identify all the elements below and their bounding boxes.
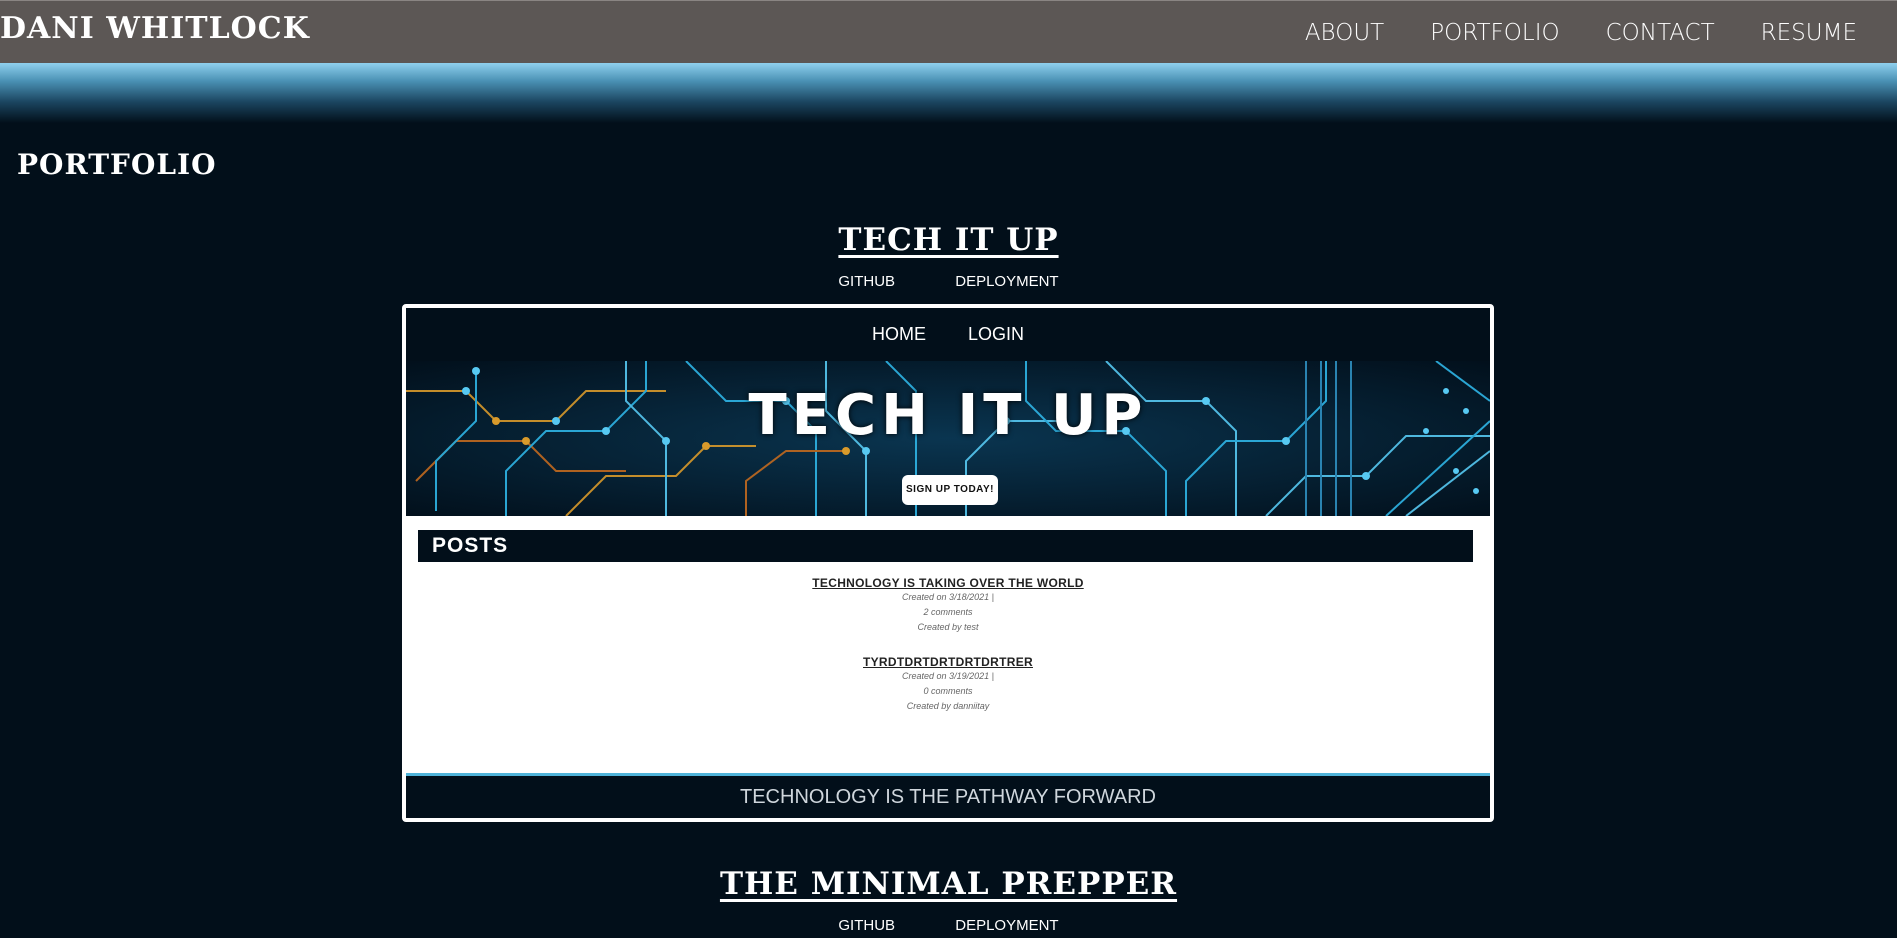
nav-link-resume[interactable]: RESUME bbox=[1761, 20, 1857, 46]
post-created: Created on 3/18/2021 | bbox=[902, 592, 994, 602]
nav-link-contact[interactable]: CONTACT bbox=[1606, 20, 1715, 46]
signup-button: SIGN UP TODAY! bbox=[902, 475, 998, 505]
posts-heading: POSTS bbox=[432, 534, 509, 557]
post-created: Created on 3/19/2021 | bbox=[902, 671, 994, 681]
navbar: DANI WHITLOCK ABOUT PORTFOLIO CONTACT RE… bbox=[0, 0, 1897, 63]
screenshot-footer: TECHNOLOGY IS THE PATHWAY FORWARD bbox=[406, 776, 1490, 818]
circuit-banner: TECH IT UP SIGN UP TODAY! bbox=[406, 361, 1490, 516]
post-comments: 2 comments bbox=[923, 607, 973, 617]
post-item: TECHNOLOGY IS TAKING OVER THE WORLD Crea… bbox=[406, 576, 1490, 635]
project-screenshot-tech-it-up[interactable]: HOME LOGIN TECH IT UP SIGN UP TODAY! POS… bbox=[402, 304, 1494, 822]
project-links-minimal-prepper: GITHUB DEPLOYMENT bbox=[0, 917, 1897, 934]
post-author: Created by danniitay bbox=[906, 701, 990, 711]
project-links-tech-it-up: GITHUB DEPLOYMENT bbox=[0, 273, 1897, 290]
github-link[interactable]: GITHUB bbox=[838, 273, 895, 290]
posts-heading-bar: POSTS bbox=[418, 530, 1473, 562]
main-nav: ABOUT PORTFOLIO CONTACT RESUME bbox=[1259, 1, 1857, 64]
project-title-tech-it-up: TECH IT UP bbox=[838, 222, 1059, 258]
post-item: TYRDTDRTDRTDRTDRTRER Created on 3/19/202… bbox=[406, 655, 1490, 714]
screenshot-nav: HOME LOGIN bbox=[406, 308, 1490, 361]
header-glow-band bbox=[0, 63, 1897, 123]
github-link[interactable]: GITHUB bbox=[838, 917, 895, 934]
section-title: PORTFOLIO bbox=[17, 148, 217, 181]
deployment-link[interactable]: DEPLOYMENT bbox=[955, 273, 1058, 290]
post-title: TYRDTDRTDRTDRTDRTRER bbox=[863, 655, 1033, 669]
site-brand[interactable]: DANI WHITLOCK bbox=[0, 11, 310, 46]
nav-link-about[interactable]: ABOUT bbox=[1305, 20, 1384, 46]
footer-tagline: TECHNOLOGY IS THE PATHWAY FORWARD bbox=[740, 786, 1156, 808]
nav-link-portfolio[interactable]: PORTFOLIO bbox=[1430, 20, 1559, 46]
project-title-minimal-prepper: THE MINIMAL PREPPER bbox=[719, 866, 1178, 902]
post-comments: 0 comments bbox=[923, 686, 973, 696]
banner-title: TECH IT UP bbox=[748, 383, 1148, 448]
post-author: Created by test bbox=[917, 622, 979, 632]
screenshot-nav-home: HOME bbox=[871, 324, 926, 344]
screenshot-nav-login: LOGIN bbox=[967, 324, 1024, 344]
post-title: TECHNOLOGY IS TAKING OVER THE WORLD bbox=[812, 576, 1084, 590]
deployment-link[interactable]: DEPLOYMENT bbox=[955, 917, 1058, 934]
